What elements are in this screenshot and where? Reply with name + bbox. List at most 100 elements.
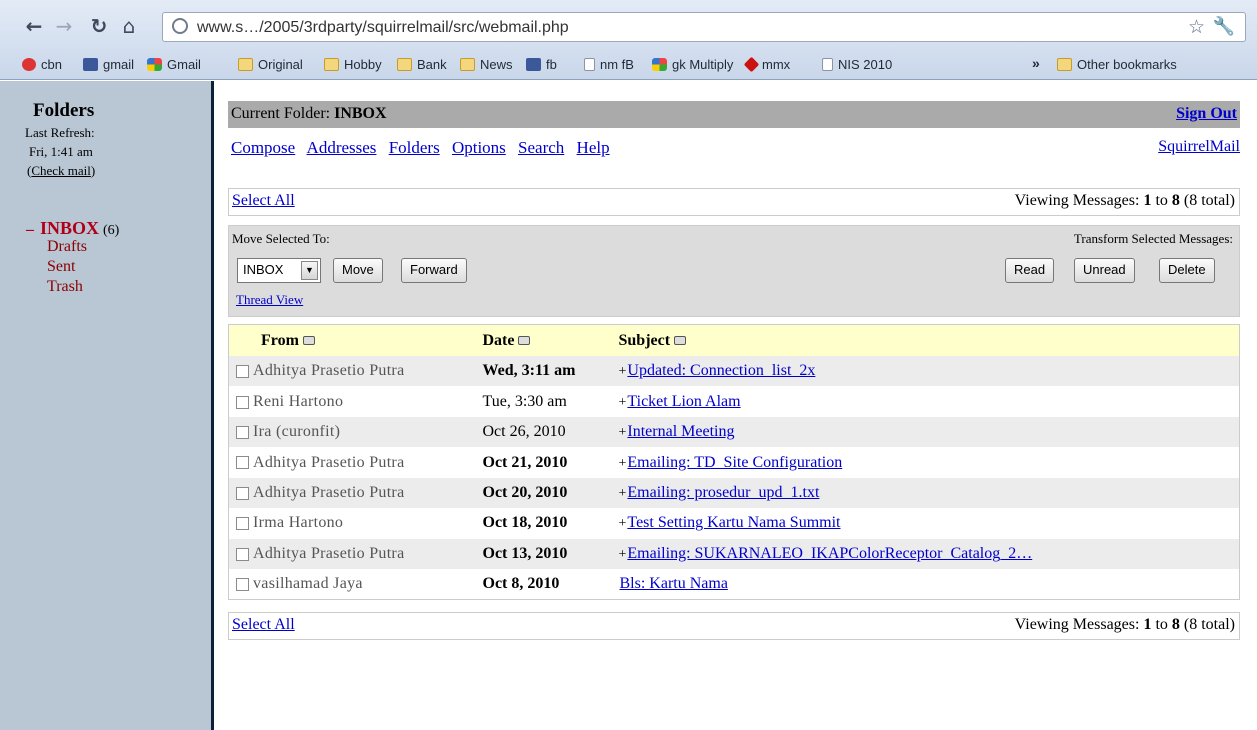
unread-button[interactable]: Unread: [1074, 258, 1135, 283]
table-row[interactable]: Adhitya Prasetio Putra Wed, 3:11 am +Updat…: [228, 356, 1240, 387]
transform-selected-label: Transform Selected Messages:: [1073, 231, 1233, 246]
star-icon[interactable]: ☆: [1188, 16, 1205, 38]
bookmark-fb[interactable]: fb: [526, 57, 557, 72]
message-checkbox[interactable]: [236, 577, 249, 591]
sort-icon[interactable]: [302, 336, 315, 346]
message-sender: Adhitya Prasetio Putra: [253, 544, 405, 562]
menu-addresses[interactable]: Addresses: [307, 138, 377, 157]
message-subject-link[interactable]: Emailing: SUKARNALEO_IKAPColorReceptor_C…: [627, 545, 1032, 562]
table-row[interactable]: Reni Hartono Tue, 3:30 am +Ticket Lion Ala…: [228, 386, 1240, 417]
message-sender: vasilhamad Jaya: [253, 575, 363, 592]
forward-arrow-icon[interactable]: →: [52, 14, 76, 38]
table-header: From Date Subject: [228, 324, 1240, 357]
bookmark-nm-fb[interactable]: nm fB: [584, 57, 634, 72]
folder-icon: [397, 58, 412, 71]
sort-icon[interactable]: [518, 336, 531, 346]
read-button[interactable]: Read: [1005, 258, 1055, 283]
bookmark-bank[interactable]: Bank: [397, 57, 447, 72]
message-subject-link[interactable]: Emailing: TD_Site Configuration: [627, 454, 842, 471]
menu-folders[interactable]: Folders: [389, 138, 440, 157]
message-subject-link[interactable]: Bls: Kartu Nama: [620, 575, 728, 592]
forward-button[interactable]: Forward: [401, 258, 467, 283]
message-checkbox[interactable]: [236, 365, 249, 379]
menu-search[interactable]: Search: [518, 138, 564, 157]
message-subject-link[interactable]: Test Setting Kartu Nama Summit: [627, 514, 840, 531]
mmx-icon: [743, 56, 760, 73]
bookmark-news[interactable]: News: [460, 57, 513, 72]
col-from[interactable]: From: [228, 324, 483, 357]
bookmark-gmail[interactable]: gmail: [83, 57, 134, 72]
message-checkbox[interactable]: [236, 517, 249, 531]
message-checkbox[interactable]: [236, 547, 249, 561]
folder-trash[interactable]: Trash: [26, 278, 119, 298]
bookmark-gk-multiply[interactable]: gk Multiply: [652, 57, 733, 72]
bookmark-original[interactable]: Original: [238, 57, 303, 72]
message-table: From Date Subject Adhitya Prasetio Putra…: [228, 324, 1240, 600]
message-date: Oct 18, 2010: [482, 508, 619, 539]
folder-drafts[interactable]: Drafts: [26, 238, 119, 258]
collapse-minus-icon[interactable]: –: [26, 221, 34, 238]
thread-view-link[interactable]: Thread View: [236, 292, 303, 308]
folder-inbox-name: INBOX: [40, 218, 100, 238]
table-row[interactable]: Ira (curonfit) Oct 26, 2010 +Internal Meet…: [228, 416, 1240, 448]
menu-options[interactable]: Options: [452, 138, 506, 157]
table-row[interactable]: Irma Hartono Oct 18, 2010 +Test Setting Ka…: [228, 508, 1240, 539]
move-target-select[interactable]: INBOX ▼: [237, 258, 321, 283]
squirrelmail-link[interactable]: SquirrelMail: [1158, 138, 1240, 156]
menu-compose[interactable]: Compose: [231, 138, 295, 157]
message-from: Reni Hartono: [228, 386, 483, 417]
message-checkbox[interactable]: [236, 456, 249, 470]
bookmark-cbn[interactable]: cbn: [22, 57, 62, 72]
folder-sent[interactable]: Sent: [26, 258, 119, 278]
col-date[interactable]: Date: [482, 324, 619, 357]
plus-icon: +: [618, 425, 627, 441]
message-checkbox[interactable]: [236, 395, 249, 409]
message-from: Adhitya Prasetio Putra: [228, 477, 483, 509]
plus-icon: +: [618, 546, 627, 562]
main-menu: Compose Addresses Folders Options Search…: [231, 138, 618, 158]
table-row[interactable]: Adhitya Prasetio Putra Oct 13, 2010 +Email…: [228, 538, 1240, 569]
sort-icon[interactable]: [674, 336, 687, 346]
select-all-link[interactable]: Select All: [232, 616, 295, 634]
move-button[interactable]: Move: [333, 258, 383, 283]
message-date: Oct 20, 2010: [482, 477, 619, 509]
message-checkbox[interactable]: [236, 486, 249, 500]
browser-chrome: ← → ↻ ⌂ www.s…/2005/3rdparty/squirrelmai…: [0, 0, 1257, 80]
folder-icon: [1057, 58, 1072, 71]
bookmark-other-bookmarks[interactable]: Other bookmarks: [1057, 57, 1177, 72]
sign-out-link[interactable]: Sign Out: [1176, 105, 1237, 123]
table-row[interactable]: vasilhamad Jaya Oct 8, 2010 Bls: Kartu Nam…: [228, 569, 1240, 600]
message-sender: Adhitya Prasetio Putra: [253, 362, 405, 380]
message-checkbox[interactable]: [236, 425, 249, 439]
home-icon[interactable]: ⌂: [117, 14, 141, 38]
bookmark-mmx[interactable]: mmx: [743, 56, 790, 73]
col-subject[interactable]: Subject: [618, 324, 1240, 357]
bookmark-nis-2010[interactable]: NIS 2010: [822, 57, 892, 72]
back-arrow-icon[interactable]: ←: [22, 14, 46, 38]
bookmark-gmail-2[interactable]: Gmail: [147, 57, 201, 72]
folder-inbox[interactable]: – INBOX (6): [26, 218, 119, 238]
message-subject-link[interactable]: Internal Meeting: [627, 423, 734, 440]
check-mail-link[interactable]: Check mail: [31, 163, 91, 178]
menu-help[interactable]: Help: [577, 138, 610, 157]
delete-button[interactable]: Delete: [1159, 258, 1215, 283]
facebook-icon: [83, 58, 98, 71]
address-bar[interactable]: www.s…/2005/3rdparty/squirrelmail/src/we…: [162, 12, 1246, 42]
message-subject-link[interactable]: Updated: Connection_list_2x: [627, 362, 815, 379]
message-subject-link[interactable]: Ticket Lion Alam: [627, 393, 740, 410]
more-bookmarks-chevron[interactable]: »: [1032, 55, 1040, 71]
bookmarks-bar: cbn gmail Gmail Original Hobby Bank News…: [0, 52, 1257, 80]
plus-icon: +: [618, 364, 627, 380]
bookmark-hobby[interactable]: Hobby: [324, 57, 382, 72]
wrench-icon[interactable]: 🔧: [1213, 16, 1235, 37]
reload-icon[interactable]: ↻: [87, 14, 111, 38]
table-row[interactable]: Adhitya Prasetio Putra Oct 20, 2010 +Email…: [228, 477, 1240, 509]
url-text[interactable]: www.s…/2005/3rdparty/squirrelmail/src/we…: [197, 19, 569, 37]
plus-icon: +: [618, 455, 627, 471]
message-sender: Adhitya Prasetio Putra: [253, 453, 405, 471]
message-sender: Reni Hartono: [253, 392, 344, 410]
select-all-link[interactable]: Select All: [232, 192, 295, 210]
table-row[interactable]: Adhitya Prasetio Putra Oct 21, 2010 +Email…: [228, 447, 1240, 478]
message-subject-link[interactable]: Emailing: prosedur_upd_1.txt: [627, 484, 819, 501]
google-icon: [147, 58, 162, 71]
